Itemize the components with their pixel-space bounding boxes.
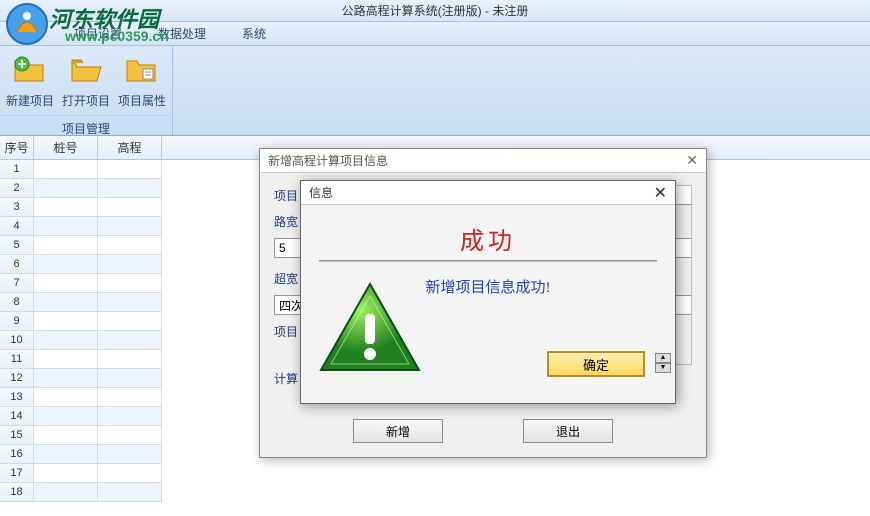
cell-pile[interactable] <box>34 217 98 236</box>
cell-elev[interactable] <box>98 388 162 407</box>
menu-project-settings[interactable]: 项目设置 <box>56 25 140 42</box>
row-number[interactable]: 4 <box>0 217 34 236</box>
cell-elev[interactable] <box>98 464 162 483</box>
cell-elev[interactable] <box>98 369 162 388</box>
cell-pile[interactable] <box>34 426 98 445</box>
cell-elev[interactable] <box>98 179 162 198</box>
cell-pile[interactable] <box>34 369 98 388</box>
cell-pile[interactable] <box>34 274 98 293</box>
row-number[interactable]: 5 <box>0 236 34 255</box>
row-number[interactable]: 11 <box>0 350 34 369</box>
exit-button[interactable]: 退出 <box>523 419 613 443</box>
cell-elev[interactable] <box>98 312 162 331</box>
ok-button[interactable]: 确定 <box>547 351 645 377</box>
row-number[interactable]: 17 <box>0 464 34 483</box>
cell-elev[interactable] <box>98 293 162 312</box>
cell-pile[interactable] <box>34 255 98 274</box>
grid-header-pile[interactable]: 桩号 <box>34 136 98 159</box>
cell-elev[interactable] <box>98 445 162 464</box>
spinner-up-icon[interactable]: ▲ <box>655 353 671 363</box>
row-number[interactable]: 15 <box>0 426 34 445</box>
cell-elev[interactable] <box>98 331 162 350</box>
cell-pile[interactable] <box>34 293 98 312</box>
row-number[interactable]: 14 <box>0 407 34 426</box>
dialog-title-bar[interactable]: 新增高程计算项目信息 ✕ <box>260 149 706 173</box>
cell-pile[interactable] <box>34 198 98 217</box>
folder-open-icon <box>68 52 104 88</box>
cell-pile[interactable] <box>34 179 98 198</box>
project-props-button[interactable]: 项目属性 <box>114 50 170 111</box>
cell-pile[interactable] <box>34 350 98 369</box>
row-number[interactable]: 16 <box>0 445 34 464</box>
cell-pile[interactable] <box>34 388 98 407</box>
cell-pile[interactable] <box>34 236 98 255</box>
folder-plus-icon <box>12 52 48 88</box>
message-title: 信息 <box>309 184 333 201</box>
cell-elev[interactable] <box>98 483 162 502</box>
table-row[interactable]: 17 <box>0 464 870 483</box>
cell-pile[interactable] <box>34 464 98 483</box>
row-number[interactable]: 8 <box>0 293 34 312</box>
row-number[interactable]: 12 <box>0 369 34 388</box>
cell-elev[interactable] <box>98 274 162 293</box>
close-icon[interactable]: ✕ <box>654 183 667 203</box>
menu-bar: 项目设置 数据处理 系统 <box>0 22 870 46</box>
grid-header-seq[interactable]: 序号 <box>0 136 34 159</box>
open-project-button[interactable]: 打开项目 <box>58 50 114 111</box>
cell-elev[interactable] <box>98 217 162 236</box>
row-number[interactable]: 9 <box>0 312 34 331</box>
menu-system[interactable]: 系统 <box>224 25 284 42</box>
cell-elev[interactable] <box>98 198 162 217</box>
menu-data-process[interactable]: 数据处理 <box>140 25 224 42</box>
cell-elev[interactable] <box>98 350 162 369</box>
row-number[interactable]: 18 <box>0 483 34 502</box>
cell-pile[interactable] <box>34 160 98 179</box>
ribbon: 新建项目 打开项目 <box>0 46 870 136</box>
cell-pile[interactable] <box>34 483 98 502</box>
cell-pile[interactable] <box>34 331 98 350</box>
add-button[interactable]: 新增 <box>353 419 443 443</box>
row-number[interactable]: 3 <box>0 198 34 217</box>
cell-elev[interactable] <box>98 426 162 445</box>
cell-pile[interactable] <box>34 312 98 331</box>
open-project-label: 打开项目 <box>62 92 110 109</box>
success-heading: 成功 <box>315 221 661 256</box>
spinner-down-icon[interactable]: ▼ <box>655 363 671 373</box>
folder-props-icon <box>124 52 160 88</box>
cell-pile[interactable] <box>34 407 98 426</box>
message-dialog: 信息 ✕ 成功 新增项目信息成功! 确定 ▲ ▼ <box>300 180 676 404</box>
cell-elev[interactable] <box>98 407 162 426</box>
dialog-title: 新增高程计算项目信息 <box>268 152 388 169</box>
row-number[interactable]: 13 <box>0 388 34 407</box>
project-props-label: 项目属性 <box>118 92 166 109</box>
table-row[interactable]: 18 <box>0 483 870 502</box>
warning-triangle-icon <box>315 278 425 383</box>
row-number[interactable]: 10 <box>0 331 34 350</box>
grid-header-elev[interactable]: 高程 <box>98 136 162 159</box>
message-title-bar[interactable]: 信息 ✕ <box>301 181 675 205</box>
cell-elev[interactable] <box>98 236 162 255</box>
divider <box>319 260 657 262</box>
row-number[interactable]: 1 <box>0 160 34 179</box>
new-project-label: 新建项目 <box>6 92 54 109</box>
row-number[interactable]: 7 <box>0 274 34 293</box>
new-project-button[interactable]: 新建项目 <box>2 50 58 111</box>
title-bar: 公路高程计算系统(注册版) - 未注册 <box>0 0 870 22</box>
spinner[interactable]: ▲ ▼ <box>655 353 671 373</box>
row-number[interactable]: 6 <box>0 255 34 274</box>
close-icon[interactable]: ✕ <box>686 152 698 169</box>
ribbon-group-project: 新建项目 打开项目 <box>0 46 173 135</box>
cell-elev[interactable] <box>98 160 162 179</box>
cell-pile[interactable] <box>34 445 98 464</box>
app-title: 公路高程计算系统(注册版) - 未注册 <box>342 2 529 19</box>
cell-elev[interactable] <box>98 255 162 274</box>
row-number[interactable]: 2 <box>0 179 34 198</box>
